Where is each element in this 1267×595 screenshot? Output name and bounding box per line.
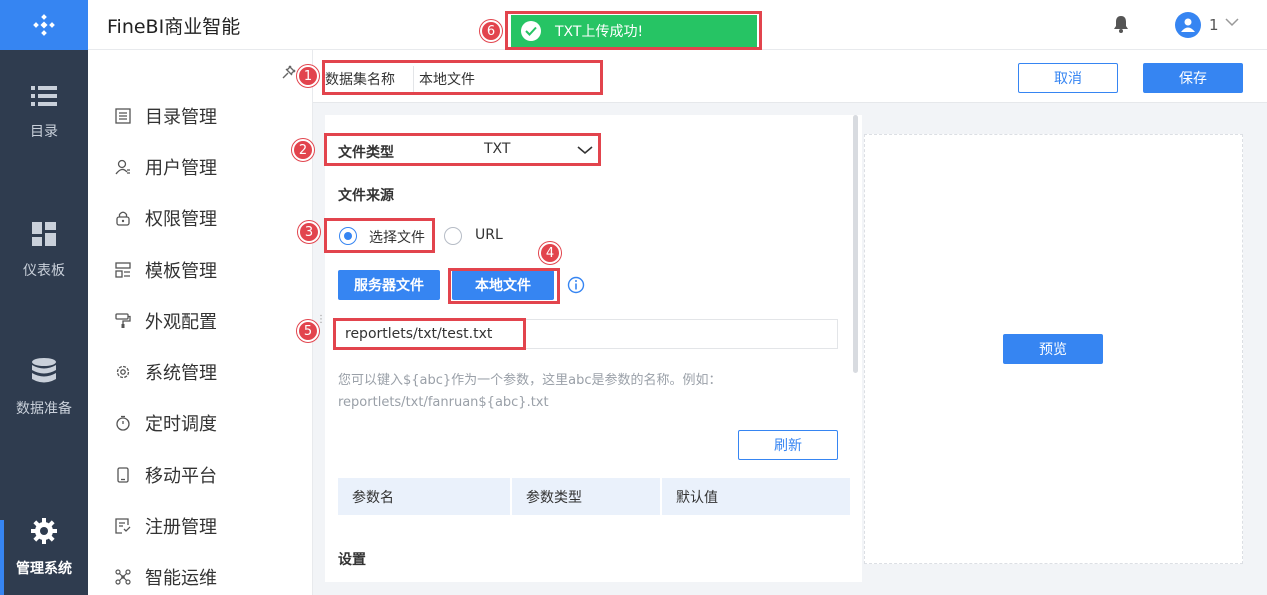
radio-url-label[interactable]: URL xyxy=(475,227,503,243)
brush-icon xyxy=(115,313,131,328)
column-header-param-type[interactable]: 参数类型 xyxy=(512,478,662,515)
info-icon[interactable] xyxy=(567,276,585,294)
annotation-box-6 xyxy=(505,11,762,50)
subnav-item-label: 外观配置 xyxy=(145,312,217,333)
lock-icon xyxy=(116,211,130,226)
save-button[interactable]: 保存 xyxy=(1143,63,1243,93)
database-icon xyxy=(32,358,56,383)
subnav-item-label: 系统管理 xyxy=(145,363,217,384)
subnav-item-ops[interactable]: 智能运维 xyxy=(113,562,217,592)
subnav-item-mobile[interactable]: 移动平台 xyxy=(113,460,217,490)
app-title: FineBI商业智能 xyxy=(107,16,241,38)
dashboard-icon xyxy=(32,222,56,246)
rail-item-dashboard[interactable]: 仪表板 xyxy=(0,206,88,296)
list-icon xyxy=(31,86,57,106)
subnav-item-label: 智能运维 xyxy=(145,568,217,589)
annotation-marker-3: 3 xyxy=(298,221,320,243)
subnav-item-register[interactable]: 注册管理 xyxy=(113,511,217,541)
subnav-item-permissions[interactable]: 权限管理 xyxy=(113,203,217,233)
column-header-param-name[interactable]: 参数名 xyxy=(338,478,512,515)
gear-icon xyxy=(31,517,57,544)
logo-icon xyxy=(33,14,55,36)
param-table-header: 参数名 参数类型 默认值 xyxy=(338,478,850,515)
annotation-marker-2: 2 xyxy=(292,139,314,161)
avatar[interactable] xyxy=(1175,12,1201,38)
settings-section-label: 设置 xyxy=(338,552,366,568)
file-source-label: 文件来源 xyxy=(338,188,394,204)
refresh-button[interactable]: 刷新 xyxy=(738,430,838,460)
pin-icon[interactable] xyxy=(281,64,297,80)
column-header-default-value[interactable]: 默认值 xyxy=(662,478,850,515)
subnav-item-system[interactable]: 系统管理 xyxy=(113,357,217,387)
chevron-down-icon[interactable] xyxy=(1225,17,1239,27)
subnav-item-users[interactable]: 用户管理 xyxy=(113,152,217,182)
network-icon xyxy=(115,569,131,585)
bell-icon[interactable] xyxy=(1113,15,1129,33)
catalog-icon xyxy=(115,108,131,124)
template-icon xyxy=(115,262,131,278)
annotation-marker-4: 4 xyxy=(539,242,561,264)
mobile-icon xyxy=(117,467,129,483)
cancel-button[interactable]: 取消 xyxy=(1018,63,1118,93)
preview-button[interactable]: 预览 xyxy=(1003,334,1103,364)
settings-icon xyxy=(116,365,130,379)
drag-handle[interactable]: ⋮ xyxy=(316,315,326,325)
param-hint-example: reportlets/txt/fanruan${abc}.txt xyxy=(338,395,549,410)
subnav-item-catalog[interactable]: 目录管理 xyxy=(113,101,217,131)
subnav-item-label: 模板管理 xyxy=(145,261,217,282)
subnav-item-appearance[interactable]: 外观配置 xyxy=(113,306,217,336)
subnav-item-label: 移动平台 xyxy=(145,466,217,487)
radio-url[interactable] xyxy=(444,227,462,245)
user-avatar-icon xyxy=(1181,18,1195,32)
timer-icon xyxy=(116,415,130,431)
logo[interactable] xyxy=(0,0,88,50)
subnav-item-label: 权限管理 xyxy=(145,209,217,230)
annotation-marker-5: 5 xyxy=(297,320,319,342)
annotation-box-3 xyxy=(324,218,435,253)
subnav-item-label: 注册管理 xyxy=(145,517,217,538)
app-rail: 目录 仪表板 数据准备 管理系统 xyxy=(0,0,88,595)
rail-item-catalog[interactable]: 目录 xyxy=(0,68,88,158)
subnav-item-schedule[interactable]: 定时调度 xyxy=(113,408,217,438)
user-name[interactable]: 1 xyxy=(1209,16,1219,34)
subnav-item-label: 目录管理 xyxy=(145,107,217,128)
server-file-button[interactable]: 服务器文件 xyxy=(338,270,440,300)
annotation-box-5 xyxy=(333,318,526,350)
subnav-item-label: 定时调度 xyxy=(145,414,217,435)
user-icon xyxy=(115,159,130,175)
param-hint-line: 您可以键入${abc}作为一个参数，这里abc是参数的名称。例如： xyxy=(338,373,722,388)
admin-subnav: 目录管理 用户管理 权限管理 模板管理 外观配置 系统管理 定时调度 移动平台 … xyxy=(88,50,313,595)
annotation-marker-1: 1 xyxy=(297,65,319,87)
annotation-box-4 xyxy=(448,268,560,304)
rail-item-data-prep[interactable]: 数据准备 xyxy=(0,343,88,433)
form-scrollbar[interactable] xyxy=(853,115,858,373)
annotation-box-2 xyxy=(324,133,601,166)
rail-item-label: 数据准备 xyxy=(16,401,72,417)
param-hint: 您可以键入${abc}作为一个参数，这里abc是参数的名称。例如： report… xyxy=(338,370,778,414)
subnav-item-templates[interactable]: 模板管理 xyxy=(113,255,217,285)
subnav-item-label: 用户管理 xyxy=(145,158,217,179)
register-icon xyxy=(115,518,131,534)
rail-item-label: 目录 xyxy=(30,124,58,140)
rail-item-admin[interactable]: 管理系统 xyxy=(0,500,88,595)
annotation-marker-6: 6 xyxy=(480,20,502,42)
rail-item-label: 管理系统 xyxy=(16,560,72,577)
annotation-box-1 xyxy=(322,60,603,95)
rail-item-label: 仪表板 xyxy=(23,263,65,279)
